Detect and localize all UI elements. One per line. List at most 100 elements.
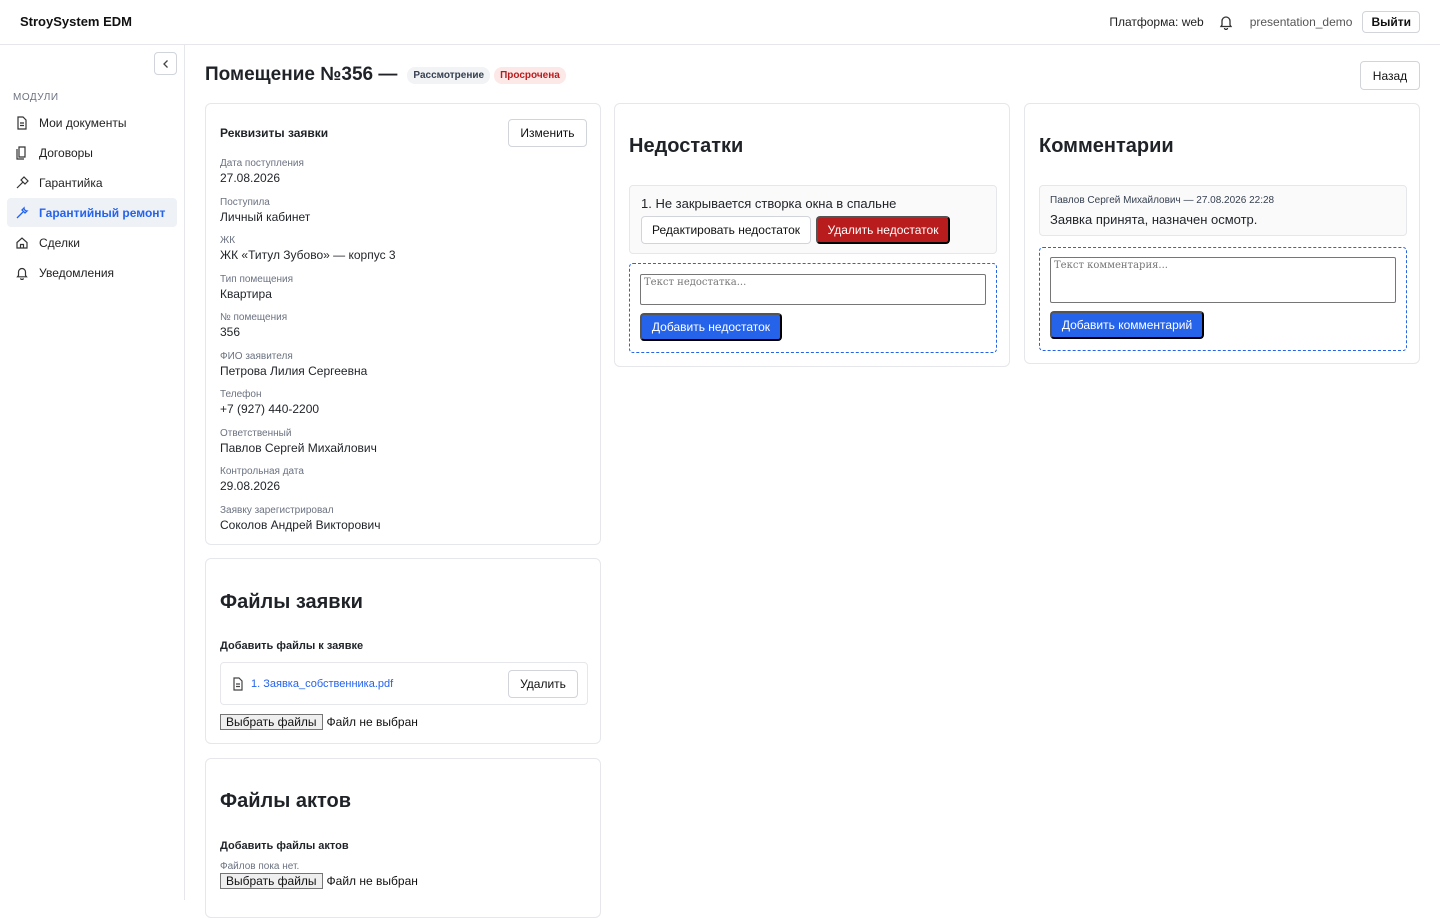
hammer-icon [16,175,29,188]
defect-text: 1. Не закрывается створка окна в спальне [641,196,897,211]
home-icon [16,236,28,249]
sidebar-section-label: МОДУЛИ [13,92,59,103]
field-source: Поступила Личный кабинет [220,196,396,235]
file-icon [233,676,243,691]
card-title: Недостатки [629,135,744,157]
top-bar: StroySystem EDM Платформа: web presentat… [0,0,1440,45]
field-label: ЖК [220,235,236,246]
act-files-card: Файлы актов Добавить файлы актов Файлов … [205,758,601,918]
field-value: Павлов Сергей Михайлович [220,440,377,455]
defect-item: 1. Не закрывается створка окна в спальне… [629,185,997,254]
field-complex: ЖК ЖК «Титул Зубово» — корпус 3 [220,234,396,273]
logout-button[interactable]: Выйти [1362,11,1420,33]
sidebar-item-label: Гарантийный ремонт [39,205,166,220]
top-right-area: Платформа: web presentation_demo Выйти [1109,10,1420,34]
comment-item: Павлов Сергей Михайлович — 27.08.2026 22… [1039,185,1407,236]
choose-files-button[interactable]: Выбрать файлы [220,873,323,889]
field-value: +7 (927) 440-2200 [220,402,320,416]
file-picker: Выбрать файлы Файл не выбран [220,873,418,889]
card-subtitle: Добавить файлы актов [220,840,349,852]
sidebar-item-notifications[interactable]: Уведомления [7,258,177,287]
chevron-left-icon [162,59,168,68]
comment-meta: Павлов Сергей Михайлович — 27.08.2026 22… [1050,195,1275,206]
sidebar-item-label: Уведомления [39,265,115,280]
collapse-sidebar-button[interactable] [154,52,177,75]
field-premise-type: Тип помещения Квартира [220,273,396,312]
contracts-icon [16,145,26,160]
notifications-bell-icon[interactable] [1218,14,1234,30]
request-details-card: Реквизиты заявки Изменить Дата поступлен… [205,103,601,545]
choose-files-button[interactable]: Выбрать файлы [220,714,323,730]
add-comment-button[interactable]: Добавить комментарий [1050,311,1204,339]
field-label: Дата поступления [220,158,304,169]
wrench-icon [16,205,29,218]
status-badge: Рассмотрение [407,66,491,84]
delete-file-button[interactable]: Удалить [508,670,578,698]
field-value: Квартира [220,286,272,301]
sidebar-item-label: Сделки [39,235,80,250]
file-row: 1. Заявка_собственника.pdf Удалить [220,662,588,705]
edit-defect-button[interactable]: Редактировать недостаток [641,216,811,244]
card-subtitle: Добавить файлы к заявке [220,640,364,652]
field-value: Соколов Андрей Викторович [220,517,381,532]
brand-logo[interactable]: StroySystem EDM [20,14,132,29]
field-received-date: Дата поступления 27.08.2026 [220,157,396,196]
sidebar-item-warranty[interactable]: Гарантийка [7,168,177,197]
bell-icon [16,267,28,280]
field-label: Заявку зарегистрировал [220,504,334,516]
field-label: Ответственный [220,427,292,439]
edit-button[interactable]: Изменить [508,119,587,147]
comment-text: Заявка принята, назначен осмотр. [1050,212,1258,227]
field-label: ФИО заявителя [220,350,293,362]
platform-label: Платформа: web [1109,15,1204,29]
card-title: Реквизиты заявки [220,126,329,140]
field-value: Личный кабинет [220,209,311,224]
add-defect-form: Текст недостатка... Добавить недостаток [629,263,997,353]
details-fields: Дата поступления 27.08.2026 Поступила Личн… [220,157,396,542]
field-label: Телефон [220,389,262,400]
back-button[interactable]: Назад [1360,61,1420,90]
field-label: № помещения [220,312,288,323]
comment-text-input[interactable]: Текст комментария... [1050,257,1396,303]
field-label: Контрольная дата [220,466,304,477]
card-title: Файлы актов [220,790,352,812]
field-registered-by: Заявку зарегистрировал Соколов Андрей Вик… [220,504,396,543]
add-comment-form: Текст комментария... Добавить комментари… [1039,247,1407,351]
defects-card: Недостатки 1. Не закрывается створка окн… [614,103,1010,367]
sidebar-item-my-documents[interactable]: Мои документы [7,108,177,137]
field-label: Поступила [220,196,270,208]
defect-text-input[interactable]: Текст недостатка... [640,274,986,305]
page-title: Помещение №356 — [205,64,398,85]
field-value: 27.08.2026 [220,171,281,185]
sidebar-nav: Мои документы Договоры Гарантийка Гарант… [7,108,177,288]
user-name: presentation_demo [1249,15,1353,29]
file-picker: Выбрать файлы Файл не выбран [220,714,418,730]
comments-card: Комментарии Павлов Сергей Михайлович — 2… [1024,103,1420,364]
field-label: Тип помещения [220,273,294,285]
field-responsible: Ответственный Павлов Сергей Михайлович [220,427,396,466]
sidebar-item-warranty-repair[interactable]: Гарантийный ремонт [7,198,177,227]
empty-files-note: Файлов пока нет. [220,861,300,872]
request-files-card: Файлы заявки Добавить файлы к заявке 1. … [205,558,601,744]
field-control-date: Контрольная дата 29.08.2026 [220,465,396,504]
sidebar-item-label: Гарантийка [39,175,103,190]
overdue-badge: Просрочена [494,66,566,84]
card-title: Файлы заявки [220,591,363,613]
sidebar-item-label: Мои документы [39,115,127,130]
field-applicant: ФИО заявителя Петрова Лилия Сергеевна [220,350,396,389]
card-title: Комментарии [1039,135,1174,157]
sidebar-item-label: Договоры [39,145,93,160]
field-value: ЖК «Титул Зубово» — корпус 3 [220,248,396,262]
file-link[interactable]: 1. Заявка_собственника.pdf [251,678,393,690]
sidebar-item-deals[interactable]: Сделки [7,228,177,257]
sidebar: МОДУЛИ Мои документы Договоры Гарантийка… [0,45,185,900]
field-value: 29.08.2026 [220,479,281,493]
add-defect-button[interactable]: Добавить недостаток [640,313,782,341]
field-value: Петрова Лилия Сергеевна [220,363,368,378]
no-file-label: Файл не выбран [326,874,418,888]
delete-defect-button[interactable]: Удалить недостаток [816,216,950,244]
sidebar-item-contracts[interactable]: Договоры [7,138,177,167]
field-value: 356 [220,325,241,339]
field-premise-number: № помещения 356 [220,311,396,350]
document-icon [17,115,27,130]
